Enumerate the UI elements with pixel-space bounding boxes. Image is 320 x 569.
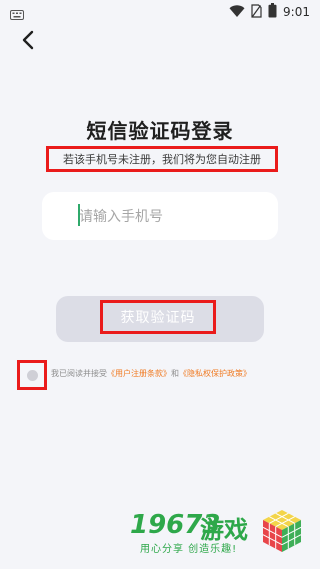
sim-icon [251,3,262,22]
chevron-left-icon [21,30,35,54]
phone-placeholder: 请输入手机号 [79,209,163,225]
user-terms-link[interactable]: 《用户注册条款》 [107,369,171,378]
subtitle-text: 若该手机号未注册，我们将为您自动注册 [63,153,261,166]
subtitle-highlight-box: 若该手机号未注册，我们将为您自动注册 [46,146,278,172]
radio-circle-icon [26,369,38,381]
agreement-checkbox[interactable] [17,360,47,390]
agreement-text: 我已阅读并接受《用户注册条款》和《隐私权保护政策》 [51,368,251,379]
keyboard-icon [10,6,24,20]
get-code-button[interactable]: 获取验证码 [56,296,264,342]
watermark-logo: 19673 游戏 用心分享 创造乐趣! [130,508,315,558]
page-title: 短信验证码登录 [86,119,234,143]
phone-input[interactable]: 请输入手机号 [42,192,278,240]
battery-icon [268,2,277,22]
status-icons: 9:01 [229,2,310,22]
agreement-and: 和 [171,369,179,378]
get-code-label: 获取验证码 [120,310,196,326]
get-code-highlight-box: 获取验证码 [100,300,216,334]
status-time: 9:01 [283,5,310,19]
text-cursor [78,204,80,226]
back-button[interactable] [14,28,42,56]
wifi-icon [229,3,245,22]
privacy-policy-link[interactable]: 《隐私权保护政策》 [179,369,251,378]
agreement-prefix: 我已阅读并接受 [51,369,107,378]
status-bar: 9:01 [0,0,320,24]
watermark-slogan: 用心分享 创造乐趣! [140,544,238,555]
rubik-cube-icon [260,508,304,554]
